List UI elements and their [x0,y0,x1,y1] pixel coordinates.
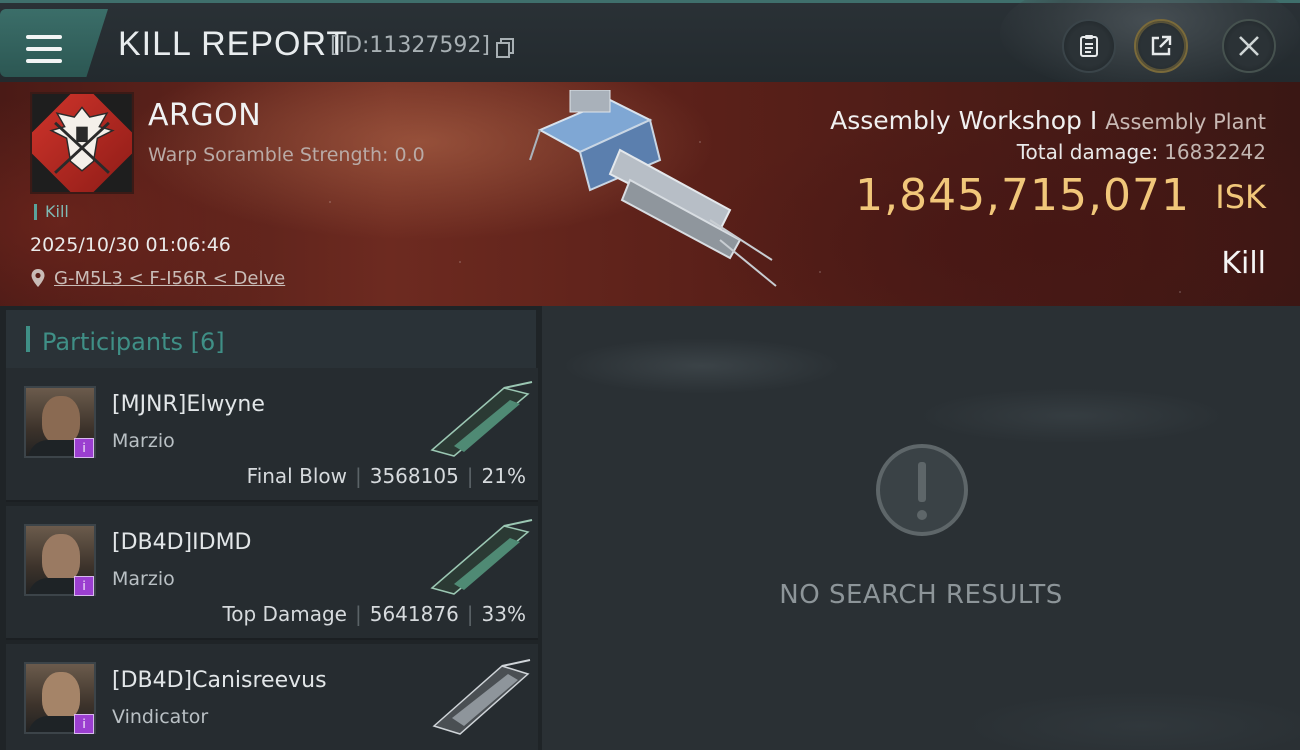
kill-tag: Kill [34,204,69,220]
participant-percent: 21% [481,464,526,488]
header-accent-bar [26,326,30,352]
exclamation-icon [876,444,968,536]
result-type: Kill [1221,246,1266,281]
participant-name: [DB4D]Canisreevus [112,668,327,693]
structure-type: Assembly Plant [1105,110,1266,134]
no-results-message: NO SEARCH RESULTS [779,580,1063,610]
kill-report-screen: KILL REPORT [ID:11327592] ARGON Warp Sor… [0,0,1300,750]
participants-label: Participants [42,328,183,356]
copy-icon[interactable] [496,38,514,58]
participant-ship-image [432,659,531,735]
participant-ship: Marzio [112,568,175,590]
location-pin-icon [31,269,45,287]
kill-datetime: 2025/10/30 01:06:46 [30,234,231,256]
top-bar: KILL REPORT [ID:11327592] [0,0,1300,93]
clipboard-button[interactable] [1062,19,1116,73]
report-id: [ID:11327592] [330,33,490,58]
hamburger-icon [26,35,62,63]
participant-row[interactable]: i [DB4D]Canisreevus Vindicator [6,644,538,750]
participant-ship: Marzio [112,430,175,452]
total-damage-label: Total damage: [1016,140,1159,164]
participants-header[interactable]: Participants [6] [6,310,536,368]
participant-ship-image [430,519,533,595]
participant-damage: 5641876 [369,602,459,626]
share-icon [1151,35,1172,56]
isk-value: 1,845,715,071 [855,170,1190,221]
participant-row[interactable]: i [DB4D]IDMD Marzio Top Damage | 5641876 | 3… [6,506,538,640]
warp-scramble-strength: Warp Soramble Strength: 0.0 [148,144,425,166]
participant-tag: Final Blow [246,464,347,488]
participant-stats: Final Blow | 3568105 | 21% [246,464,526,488]
total-damage: Total damage: 16832242 [1017,140,1266,164]
victim-corp-name: ARGON [148,98,262,133]
close-icon [1239,36,1259,56]
share-button[interactable] [1134,19,1188,73]
participants-count: [6] [190,328,225,356]
page-title: KILL REPORT [118,25,349,63]
victim-structure-image [529,90,777,287]
info-badge-icon: i [74,576,94,596]
participant-name: [DB4D]IDMD [112,530,252,555]
participants-title: Participants [6] [42,328,225,356]
details-panel: NO SEARCH RESULTS [542,306,1300,750]
structure-name: Assembly Workshop I [830,106,1098,135]
info-badge-icon: i [74,438,94,458]
victim-banner: ARGON Warp Soramble Strength: 0.0 Kill 2… [0,82,1300,306]
clipboard-icon [1080,35,1098,57]
info-badge-icon: i [74,714,94,734]
participant-ship-image [430,381,533,457]
participant-damage: 3568105 [369,464,459,488]
victim-structure-name: Assembly Workshop I Assembly Plant [830,106,1266,135]
location-link[interactable]: G-M5L3 < F-I56R < Delve [54,268,285,289]
corp-logo-eagle-icon[interactable] [30,92,134,194]
menu-button[interactable] [0,9,108,77]
isk-unit: ISK [1215,178,1266,216]
participant-tag: Top Damage [222,602,347,626]
total-damage-value: 16832242 [1164,140,1266,164]
participants-panel: Participants [6] i [MJNR]Elwyne Marzio F… [0,306,542,750]
participant-ship: Vindicator [112,706,209,728]
participant-row[interactable]: i [MJNR]Elwyne Marzio Final Blow | 3568105… [6,368,538,502]
close-button[interactable] [1222,19,1276,73]
participant-percent: 33% [481,602,526,626]
participant-stats: Top Damage | 5641876 | 33% [222,602,526,626]
eagle-emblem-icon [32,94,132,192]
participant-name: [MJNR]Elwyne [112,392,265,417]
